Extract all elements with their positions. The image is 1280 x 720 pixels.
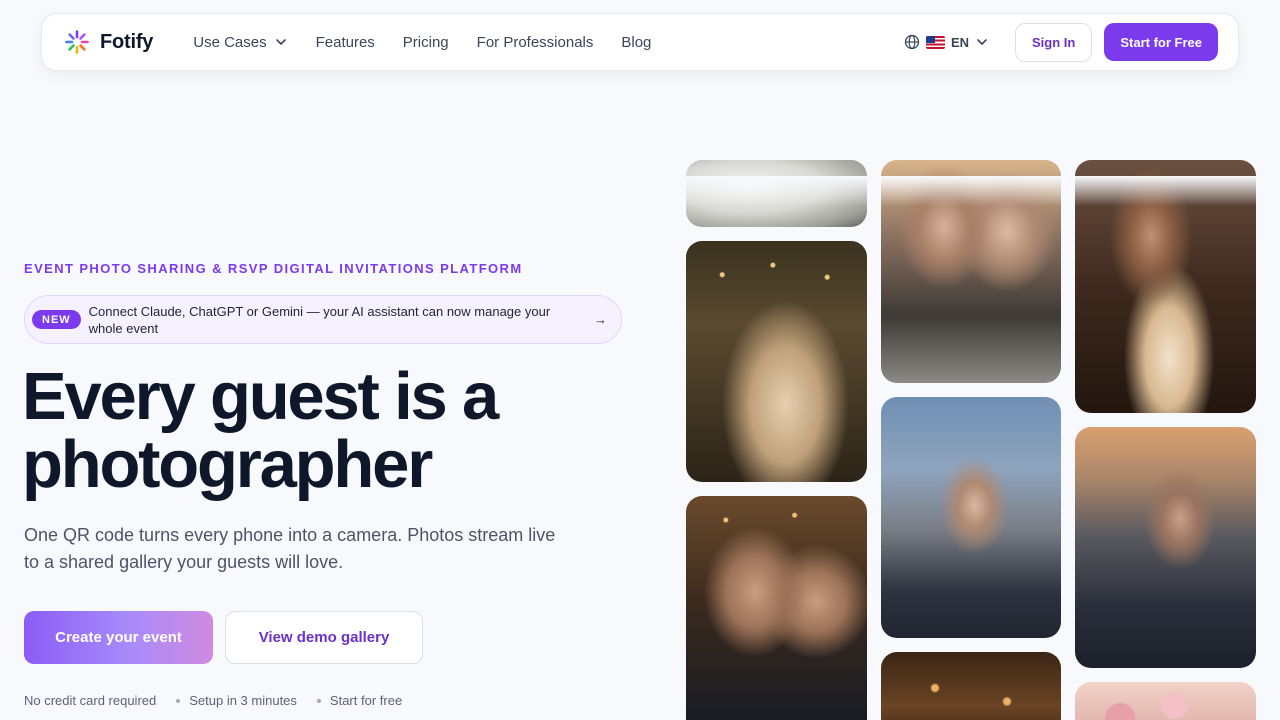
announcement-text: Connect Claude, ChatGPT or Gemini — your… bbox=[88, 303, 551, 336]
hero-subtitle: One QR code turns every phone into a cam… bbox=[24, 525, 556, 572]
fotify-logo-icon bbox=[65, 30, 89, 54]
nav-link-pricing[interactable]: Pricing bbox=[403, 34, 449, 51]
nav-links: Use Cases Features Pricing For Professio… bbox=[193, 34, 651, 51]
nav-link-label: Features bbox=[315, 33, 375, 51]
hero-eyebrow: EVENT PHOTO SHARING & RSVP DIGITAL INVIT… bbox=[24, 261, 523, 276]
nav-link-blog[interactable]: Blog bbox=[621, 34, 651, 51]
bullet-dot bbox=[176, 698, 181, 703]
brand[interactable]: Fotify bbox=[64, 29, 153, 55]
sign-in-button[interactable]: Sign In bbox=[1015, 22, 1093, 62]
photo-candlelit-dinner bbox=[881, 652, 1061, 720]
perk-item: No credit card required bbox=[24, 693, 157, 708]
navbar: Fotify Use Cases Features Pricing For Pr… bbox=[41, 13, 1239, 71]
start-for-free-button[interactable]: Start for Free bbox=[1104, 23, 1218, 61]
photo-wedding-dance bbox=[686, 241, 867, 482]
photo-birthday-cake bbox=[1075, 160, 1256, 413]
nav-link-use-cases[interactable]: Use Cases bbox=[193, 34, 287, 51]
perk-item: Start for free bbox=[329, 693, 403, 708]
hero-headline: Every guest is a photographer bbox=[22, 359, 499, 502]
language-code: EN bbox=[950, 34, 970, 50]
us-flag-icon bbox=[925, 35, 945, 49]
perk-item: Setup in 3 minutes bbox=[189, 693, 297, 708]
hero-perks: No credit card required Setup in 3 minut… bbox=[24, 693, 402, 708]
photo-rooftop-dancer bbox=[881, 397, 1061, 638]
nav-link-label: For Professionals bbox=[476, 33, 594, 51]
chevron-down-icon bbox=[977, 39, 987, 45]
chevron-down-icon bbox=[275, 39, 286, 45]
photo-rooftop-cocktail-party bbox=[1075, 427, 1256, 668]
language-selector[interactable]: EN bbox=[904, 34, 989, 50]
arrow-right-icon: → bbox=[594, 312, 607, 327]
photo-balloon-decor bbox=[1075, 682, 1256, 720]
globe-icon bbox=[904, 34, 920, 50]
nav-link-features[interactable]: Features bbox=[316, 34, 375, 51]
photo-friends-laughing bbox=[881, 160, 1061, 383]
nav-link-label: Use Cases bbox=[193, 33, 267, 51]
create-event-button[interactable]: Create your event bbox=[24, 611, 213, 664]
nav-link-label: Pricing bbox=[402, 33, 449, 51]
brand-name: Fotify bbox=[100, 30, 154, 53]
nav-link-label: Blog bbox=[621, 33, 652, 51]
new-badge: NEW bbox=[32, 310, 81, 329]
nav-link-for-professionals[interactable]: For Professionals bbox=[477, 34, 594, 51]
view-demo-gallery-button[interactable]: View demo gallery bbox=[225, 611, 423, 664]
nav-actions: EN Sign In Start for Free bbox=[904, 22, 1218, 62]
photo-wedding-dress-detail bbox=[686, 160, 867, 227]
bullet-dot bbox=[316, 698, 321, 703]
photo-grooms-embrace bbox=[686, 496, 867, 720]
announcement-banner[interactable]: NEW Connect Claude, ChatGPT or Gemini — … bbox=[24, 295, 622, 344]
